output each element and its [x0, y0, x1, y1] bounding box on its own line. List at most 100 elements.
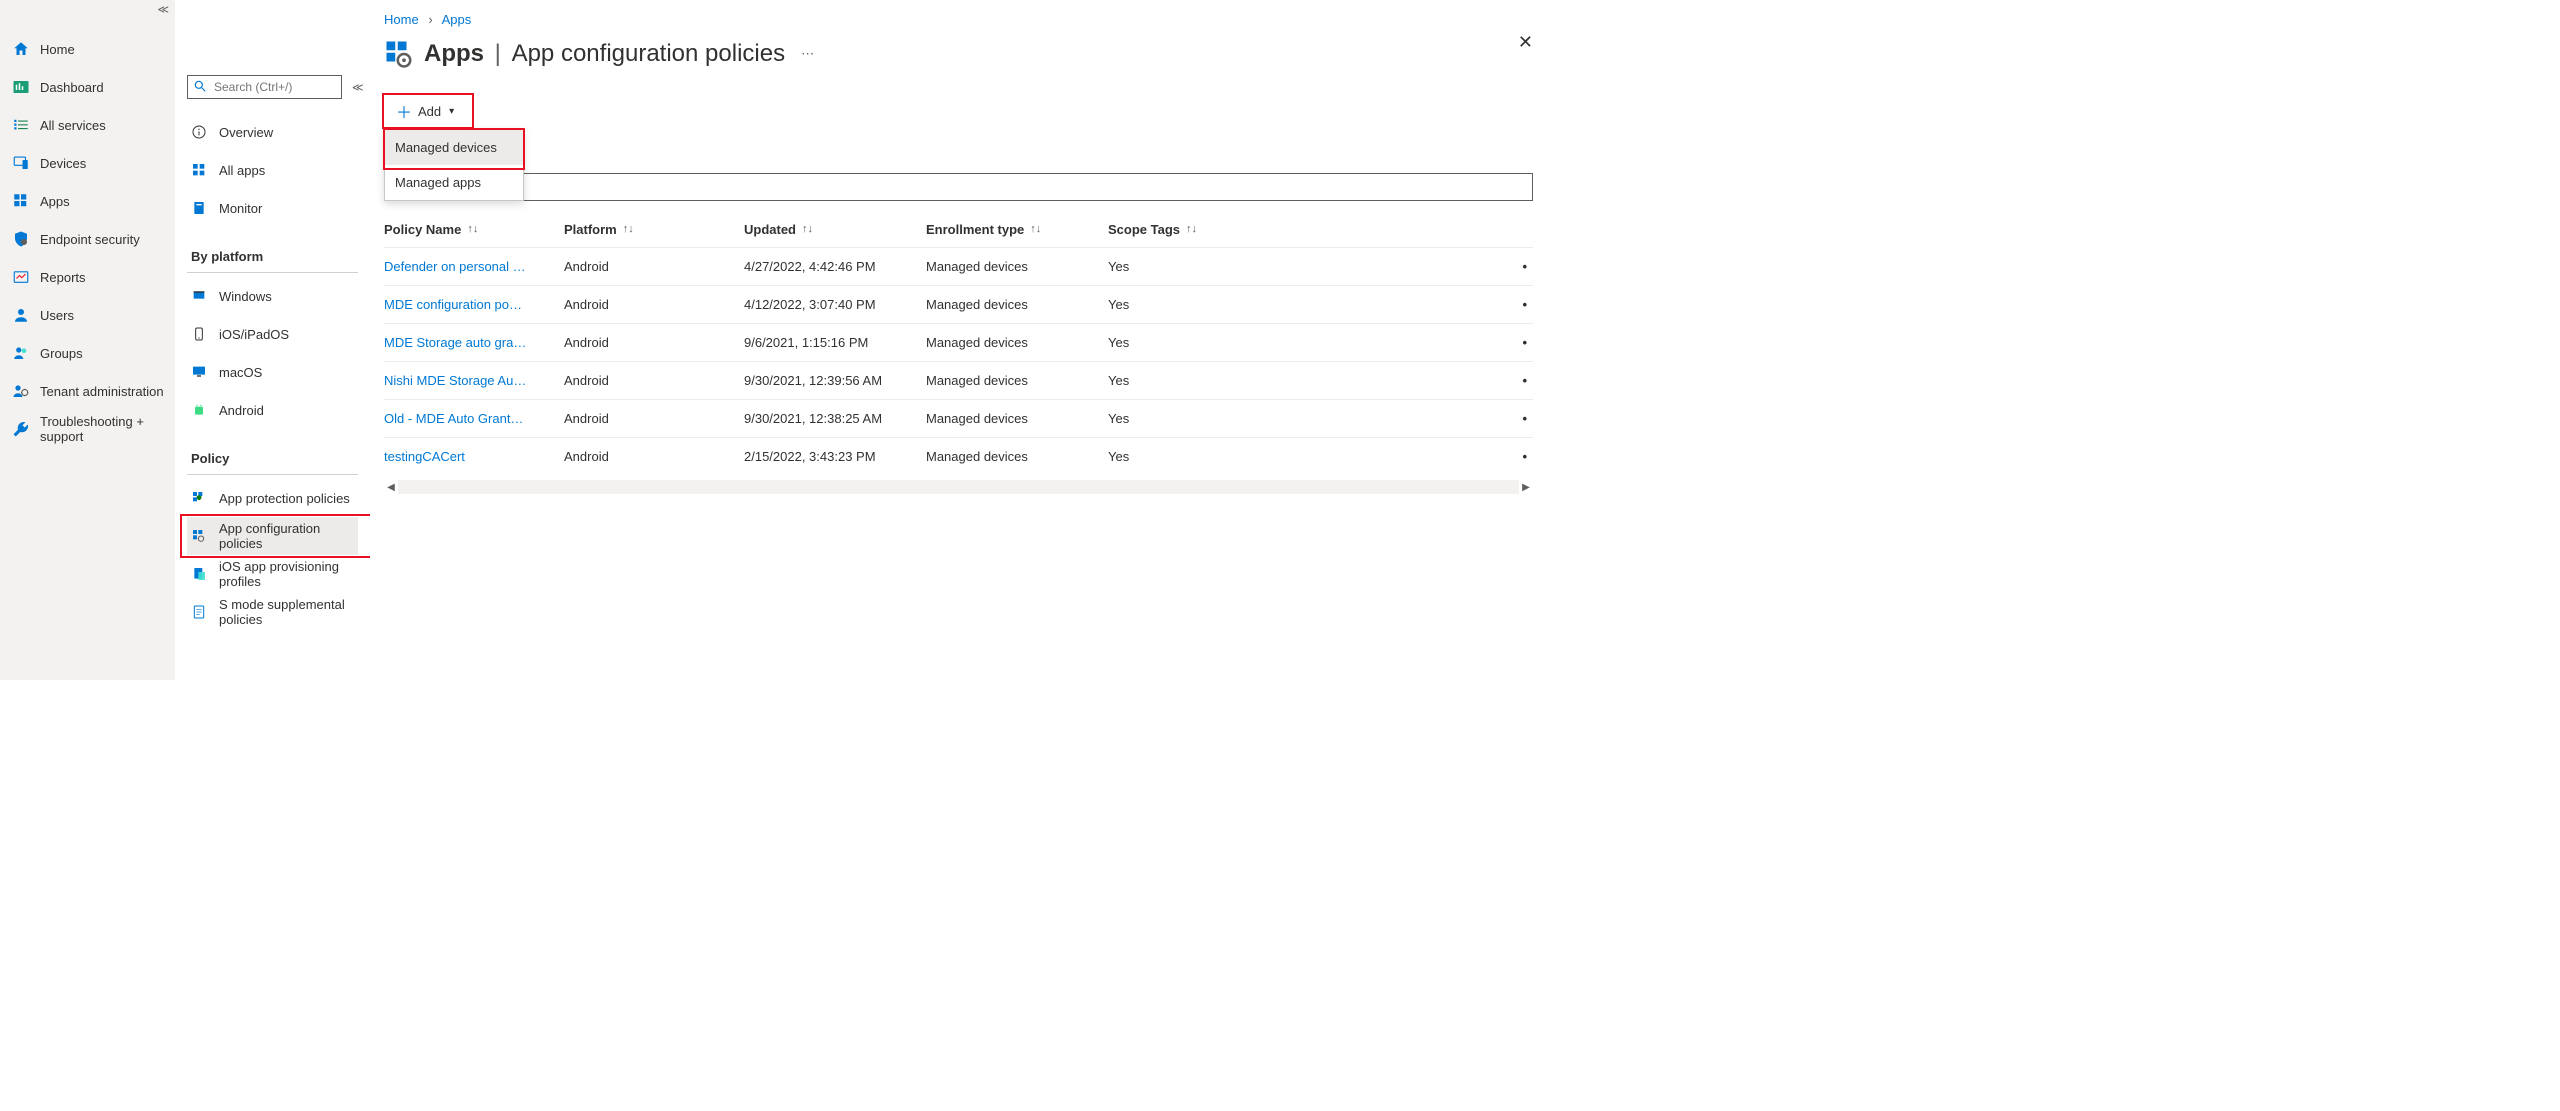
- nav-label: Apps: [40, 194, 70, 209]
- tenant-icon: [12, 382, 30, 400]
- cell-scope: Yes: [1108, 449, 1258, 464]
- phone-icon: [191, 326, 207, 342]
- nav-devices[interactable]: Devices: [0, 144, 175, 182]
- col-policy-name[interactable]: Policy Name↑↓: [384, 222, 564, 237]
- info-icon: [191, 124, 207, 140]
- policy-name-link[interactable]: MDE configuration po…: [384, 297, 522, 312]
- subnav-app-protection[interactable]: App protection policies: [187, 479, 358, 517]
- apps-grid-icon: [191, 162, 207, 178]
- nav-apps[interactable]: Apps: [0, 182, 175, 220]
- nav-label: Home: [40, 42, 75, 57]
- cell-platform: Android: [564, 449, 744, 464]
- group-icon: [12, 344, 30, 362]
- sort-icon: ↑↓: [1030, 223, 1041, 235]
- scroll-left-icon[interactable]: ◀: [384, 482, 398, 493]
- table-search-input[interactable]: [384, 173, 1533, 201]
- row-more-icon[interactable]: •: [1522, 449, 1527, 464]
- cell-platform: Android: [564, 373, 744, 388]
- plus-icon: ＋: [396, 99, 412, 123]
- breadcrumb: Home › Apps: [384, 12, 1533, 27]
- row-more-icon[interactable]: •: [1522, 335, 1527, 350]
- subnav-ios[interactable]: iOS/iPadOS: [187, 315, 358, 353]
- breadcrumb-apps[interactable]: Apps: [442, 12, 472, 27]
- cell-scope: Yes: [1108, 411, 1258, 426]
- subnav-macos[interactable]: macOS: [187, 353, 358, 391]
- col-updated[interactable]: Updated↑↓: [744, 222, 926, 237]
- nav-home[interactable]: Home: [0, 30, 175, 68]
- row-more-icon[interactable]: •: [1522, 259, 1527, 274]
- nav-endpoint-security[interactable]: Endpoint security: [0, 220, 175, 258]
- doc-icon: [191, 604, 207, 620]
- subnav-label: App configuration policies: [219, 521, 358, 551]
- nav-label: Tenant administration: [40, 384, 164, 399]
- title-more-icon[interactable]: ⋯: [801, 46, 814, 62]
- cell-updated: 9/6/2021, 1:15:16 PM: [744, 335, 926, 350]
- nav-troubleshooting[interactable]: Troubleshooting + support: [0, 410, 175, 448]
- profile-doc-icon: [191, 566, 207, 582]
- dashboard-icon: [12, 78, 30, 96]
- subnav-label: S mode supplemental policies: [219, 597, 358, 627]
- scroll-track[interactable]: [398, 480, 1519, 494]
- subnav-windows[interactable]: Windows: [187, 277, 358, 315]
- wrench-icon: [12, 420, 30, 438]
- add-button[interactable]: ＋ Add ▾ Managed devices Managed apps: [384, 97, 466, 125]
- secondary-nav: ≪ Overview All apps Monitor By platform …: [175, 0, 370, 680]
- row-more-icon[interactable]: •: [1522, 373, 1527, 388]
- cell-enrollment: Managed devices: [926, 297, 1108, 312]
- subnav-all-apps[interactable]: All apps: [187, 151, 358, 189]
- cell-updated: 9/30/2021, 12:38:25 AM: [744, 411, 926, 426]
- col-scope-tags[interactable]: Scope Tags↑↓: [1108, 222, 1258, 237]
- subnav-ios-provisioning[interactable]: iOS app provisioning profiles: [187, 555, 358, 593]
- subnav-android[interactable]: Android: [187, 391, 358, 429]
- cell-platform: Android: [564, 259, 744, 274]
- book-icon: [191, 200, 207, 216]
- breadcrumb-sep: ›: [428, 12, 432, 27]
- nav-label: Devices: [40, 156, 86, 171]
- page-title: Apps | App configuration policies: [424, 40, 785, 68]
- policy-name-link[interactable]: testingCACert: [384, 449, 465, 464]
- collapse-left-nav-icon[interactable]: ≪: [157, 3, 169, 16]
- close-blade-icon[interactable]: ✕: [1518, 32, 1533, 53]
- nav-users[interactable]: Users: [0, 296, 175, 334]
- subnav-overview[interactable]: Overview: [187, 113, 358, 151]
- apps-shield-icon: [191, 490, 207, 506]
- col-platform[interactable]: Platform↑↓: [564, 222, 744, 237]
- col-enrollment-type[interactable]: Enrollment type↑↓: [926, 222, 1108, 237]
- nav-label: All services: [40, 118, 106, 133]
- nav-label: Troubleshooting + support: [40, 414, 175, 444]
- breadcrumb-home[interactable]: Home: [384, 12, 419, 27]
- policy-name-link[interactable]: Defender on personal …: [384, 259, 526, 274]
- nav-label: Users: [40, 308, 74, 323]
- collapse-subnav-icon[interactable]: ≪: [352, 81, 364, 94]
- cell-scope: Yes: [1108, 259, 1258, 274]
- row-more-icon[interactable]: •: [1522, 297, 1527, 312]
- table-row: MDE Storage auto gra… Android9/6/2021, 1:…: [384, 323, 1533, 361]
- subnav-s-mode[interactable]: S mode supplemental policies: [187, 593, 358, 631]
- nav-dashboard[interactable]: Dashboard: [0, 68, 175, 106]
- subnav-label: Monitor: [219, 201, 262, 216]
- nav-tenant-admin[interactable]: Tenant administration: [0, 372, 175, 410]
- policy-name-link[interactable]: MDE Storage auto gra…: [384, 335, 526, 350]
- nav-label: Reports: [40, 270, 86, 285]
- horizontal-scrollbar[interactable]: ◀ ▶: [384, 479, 1533, 495]
- chevron-down-icon: ▾: [449, 106, 454, 117]
- policies-table: Policy Name↑↓ Platform↑↓ Updated↑↓ Enrol…: [384, 211, 1533, 475]
- nav-all-services[interactable]: All services: [0, 106, 175, 144]
- cell-scope: Yes: [1108, 297, 1258, 312]
- subnav-monitor[interactable]: Monitor: [187, 189, 358, 227]
- cell-platform: Android: [564, 335, 744, 350]
- policy-name-link[interactable]: Nishi MDE Storage Au…: [384, 373, 526, 388]
- policy-name-link[interactable]: Old - MDE Auto Grant…: [384, 411, 523, 426]
- cell-enrollment: Managed devices: [926, 373, 1108, 388]
- scroll-right-icon[interactable]: ▶: [1519, 482, 1533, 493]
- subnav-label: Overview: [219, 125, 273, 140]
- nav-reports[interactable]: Reports: [0, 258, 175, 296]
- table-header: Policy Name↑↓ Platform↑↓ Updated↑↓ Enrol…: [384, 211, 1533, 247]
- subnav-search-input[interactable]: [187, 75, 342, 99]
- sort-icon: ↑↓: [467, 223, 478, 235]
- dropdown-managed-apps[interactable]: Managed apps: [385, 165, 523, 200]
- subnav-app-config[interactable]: App configuration policies: [187, 517, 358, 555]
- dropdown-managed-devices[interactable]: Managed devices: [385, 130, 523, 165]
- nav-groups[interactable]: Groups: [0, 334, 175, 372]
- row-more-icon[interactable]: •: [1522, 411, 1527, 426]
